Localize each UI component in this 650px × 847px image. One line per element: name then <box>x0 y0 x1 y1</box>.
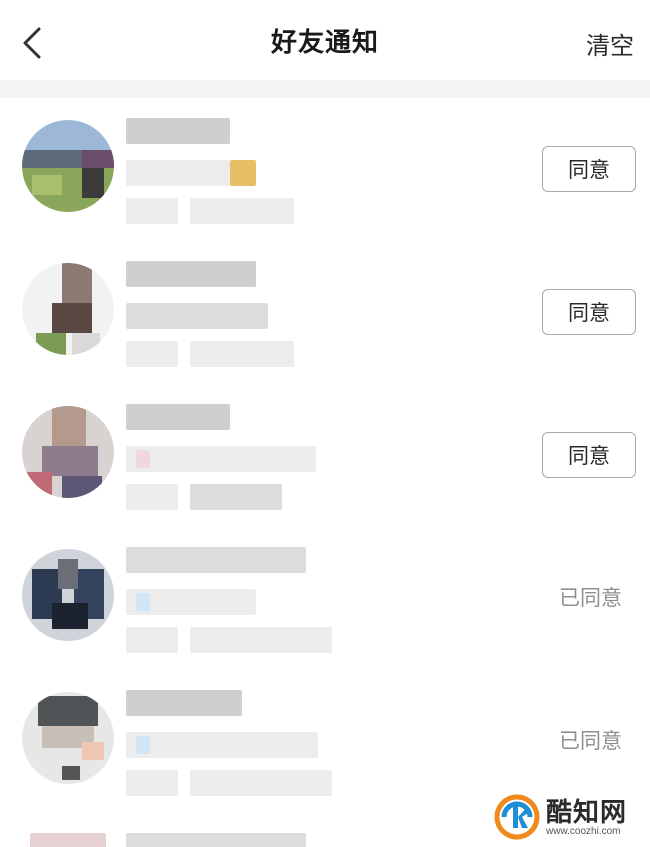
avatar[interactable] <box>22 549 114 641</box>
emoji-placeholder <box>136 736 150 754</box>
friend-request-list: 同意 同意 同意 已同意 已同意 <box>0 98 650 847</box>
source-placeholder <box>126 770 178 796</box>
avatar[interactable] <box>22 692 114 784</box>
time-placeholder <box>190 484 282 510</box>
avatar[interactable] <box>22 263 114 355</box>
message-placeholder <box>126 446 316 472</box>
message-placeholder <box>126 160 230 186</box>
watermark-url: www.coozhi.com <box>546 826 621 837</box>
clear-button[interactable]: 清空 <box>586 26 634 61</box>
friend-request-item: 同意 <box>0 241 650 384</box>
friend-request-item: 已同意 <box>0 527 650 670</box>
avatar[interactable] <box>22 120 114 212</box>
agree-button[interactable]: 同意 <box>542 289 636 335</box>
agreed-status: 已同意 <box>559 729 622 753</box>
source-placeholder <box>126 484 178 510</box>
source-placeholder <box>126 341 178 367</box>
nickname-placeholder <box>126 261 256 287</box>
nickname-placeholder <box>126 404 230 430</box>
message-placeholder <box>126 303 268 329</box>
friend-request-item: 同意 <box>0 98 650 241</box>
page-title: 好友通知 <box>270 28 379 58</box>
friend-notifications-screen: 好友通知 清空 同意 同意 同意 已同意 已同意 酷知网 www.coozhi.… <box>0 0 650 847</box>
source-placeholder <box>126 627 178 653</box>
time-placeholder <box>190 198 294 224</box>
nav-bar: 好友通知 清空 <box>0 0 650 84</box>
watermark: 酷知网 www.coozhi.com <box>490 790 650 847</box>
time-placeholder <box>190 341 294 367</box>
avatar[interactable] <box>22 406 114 498</box>
agree-button[interactable]: 同意 <box>542 146 636 192</box>
watermark-name: 酷知网 <box>546 798 628 828</box>
nickname-placeholder <box>126 833 306 847</box>
emoji-placeholder <box>136 593 150 611</box>
agreed-status: 已同意 <box>559 586 622 610</box>
section-divider <box>0 80 650 98</box>
avatar-partial <box>30 833 106 847</box>
agree-button[interactable]: 同意 <box>542 432 636 478</box>
time-placeholder <box>190 627 332 653</box>
nickname-placeholder <box>126 118 230 144</box>
emoji-placeholder <box>230 160 256 186</box>
emoji-placeholder <box>136 450 150 468</box>
friend-request-item: 同意 <box>0 384 650 527</box>
coozhi-logo-icon <box>494 794 540 840</box>
source-placeholder <box>126 198 178 224</box>
message-placeholder <box>126 732 318 758</box>
nickname-placeholder <box>126 547 306 573</box>
time-placeholder <box>190 770 332 796</box>
nickname-placeholder <box>126 690 242 716</box>
